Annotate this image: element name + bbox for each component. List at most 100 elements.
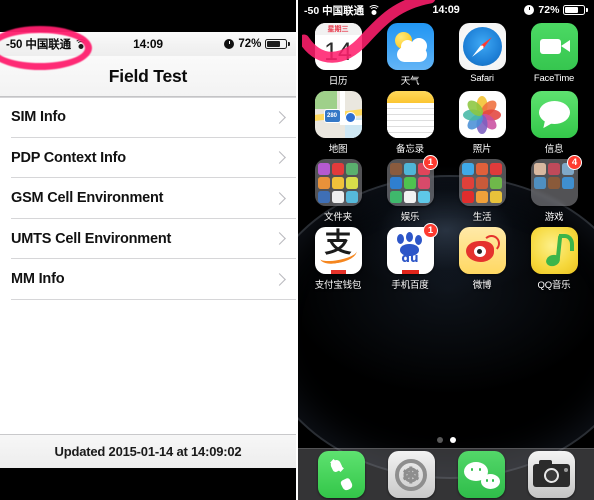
list-item-pdp-context-info[interactable]: PDP Context Info [0,137,296,178]
home-row-1: 星期三 14 日历 天气 Safari FaceTime [306,23,586,87]
app-label: 地图 [328,144,348,155]
app-notes[interactable]: 备忘录 [378,91,442,155]
app-label: 微博 [472,280,492,291]
field-test-screen: -50 中国联通 14:09 72% Field Test SIM Info P… [0,32,296,468]
list-item-label: PDP Context Info [11,149,126,166]
app-label: QQ音乐 [537,280,571,291]
home-dock [298,448,594,500]
signal-strength-readout: -50 中国联通 [304,4,365,17]
chevron-right-icon [273,110,286,124]
left-status-bar-carrier: -50 中国联通 [6,36,88,52]
wechat-eye [470,468,474,471]
app-messages[interactable]: 信息 [522,91,586,155]
app-photos[interactable]: 照片 [450,91,514,155]
app-calendar[interactable]: 星期三 14 日历 [306,23,370,87]
weather-app-icon[interactable] [386,23,434,70]
list-item-label: SIM Info [11,109,66,126]
left-status-bar-right: 72% [224,38,290,50]
app-weibo[interactable]: 微博 [450,227,514,291]
badge-count: 1 [423,223,438,238]
list-item-mm-info[interactable]: MM Info [0,259,296,300]
weibo-eye-pupil [477,249,482,254]
app-label: 信息 [544,144,564,155]
folder-youxi[interactable]: 4 游戏 [522,155,586,223]
calendar-day: 14 [324,38,352,66]
list-item-sim-info[interactable]: SIM Info [0,97,296,138]
list-item-umts-cell-environment[interactable]: UMTS Cell Environment [0,218,296,259]
phone-app-icon[interactable] [317,451,365,498]
page-dot-2-active[interactable] [449,437,456,443]
app-label: 日历 [328,76,348,87]
home-app-grid: 星期三 14 日历 天气 Safari FaceTime 280 地图 备忘录 … [298,20,594,291]
chevron-right-icon [273,272,286,286]
app-baidu[interactable]: 1 du 手机百度 [378,223,442,291]
baidu-bar [401,270,419,274]
map-park [314,91,337,109]
right-panel-home-screen: -50 中国联通 14:09 72% 星期三 14 日历 天气 Safari F… [298,0,594,500]
page-dot-1[interactable] [436,437,443,443]
battery-icon [265,39,290,49]
cloud-icon [396,38,427,62]
list-item-label: MM Info [11,271,65,288]
paw-toe [405,232,413,242]
right-status-bar: -50 中国联通 14:09 72% [298,0,594,20]
wechat-app-icon[interactable] [457,451,505,498]
wechat-eye [485,479,489,482]
map-route-shield: 280 [323,109,341,123]
video-camera-lens [560,40,570,52]
alipay-app-icon[interactable]: 支 [314,227,362,274]
alipay-bar [330,270,346,274]
weibo-app-icon[interactable] [458,227,506,274]
app-weather[interactable]: 天气 [378,23,442,87]
notes-app-icon[interactable] [386,91,434,138]
app-maps[interactable]: 280 地图 [306,91,370,155]
app-alipay[interactable]: 支 支付宝钱包 [306,227,370,291]
left-panel-field-test: -50 中国联通 14:09 72% Field Test SIM Info P… [0,0,296,500]
notepad-lines [386,103,434,138]
list-item-gsm-cell-environment[interactable]: GSM Cell Environment [0,178,296,219]
video-camera-icon [539,39,561,54]
calendar-app-icon[interactable]: 星期三 14 [314,23,362,70]
app-label: 生活 [472,212,492,223]
page-title: Field Test [108,65,188,86]
app-facetime[interactable]: FaceTime [522,23,586,87]
photos-app-icon[interactable] [458,91,506,138]
app-label: 游戏 [544,212,564,223]
folder-yule[interactable]: 1 娱乐 [378,155,442,223]
camera-flash [563,468,568,472]
app-label: 照片 [472,144,492,155]
app-label: 天气 [400,76,420,87]
app-label: 娱乐 [400,212,420,223]
messages-app-icon[interactable] [530,91,578,138]
facetime-app-icon[interactable] [530,23,578,70]
list-item-label: GSM Cell Environment [11,190,164,207]
folder-shenghuo[interactable]: 生活 [450,159,514,223]
signal-strength-readout: -50 中国联通 [6,39,72,51]
app-label: Safari [470,73,494,84]
updated-timestamp: Updated 2015-01-14 at 14:09:02 [54,444,242,459]
safari-app-icon[interactable] [458,23,506,70]
home-row-4: 支 支付宝钱包 1 du 手机百度 微博 QQ音乐 [306,223,586,291]
folder-icon[interactable] [458,159,506,206]
music-note-flag [558,234,574,251]
app-label: FaceTime [533,73,575,84]
settings-app-icon[interactable] [387,451,435,498]
app-label: 备忘录 [396,144,424,155]
app-safari[interactable]: Safari [450,23,514,87]
camera-app-icon[interactable] [527,451,575,498]
badge-count: 1 [423,155,438,170]
left-status-bar: -50 中国联通 14:09 72% [0,32,296,56]
wechat-bubble-small [480,474,500,489]
battery-percent-label: 72% [238,38,262,50]
map-pin-icon [344,112,356,123]
app-label: 文件夹 [324,212,352,223]
speech-bubble-icon [538,101,570,124]
app-qqmusic[interactable]: QQ音乐 [522,227,586,291]
page-indicator-dots[interactable] [298,437,594,443]
maps-app-icon[interactable]: 280 [314,91,362,138]
weibo-signal-wave [482,235,500,252]
folder-wenjianjia[interactable]: 文件夹 [306,159,370,223]
alarm-clock-icon [224,39,235,49]
qqmusic-app-icon[interactable] [530,227,578,274]
folder-icon[interactable] [314,159,362,206]
